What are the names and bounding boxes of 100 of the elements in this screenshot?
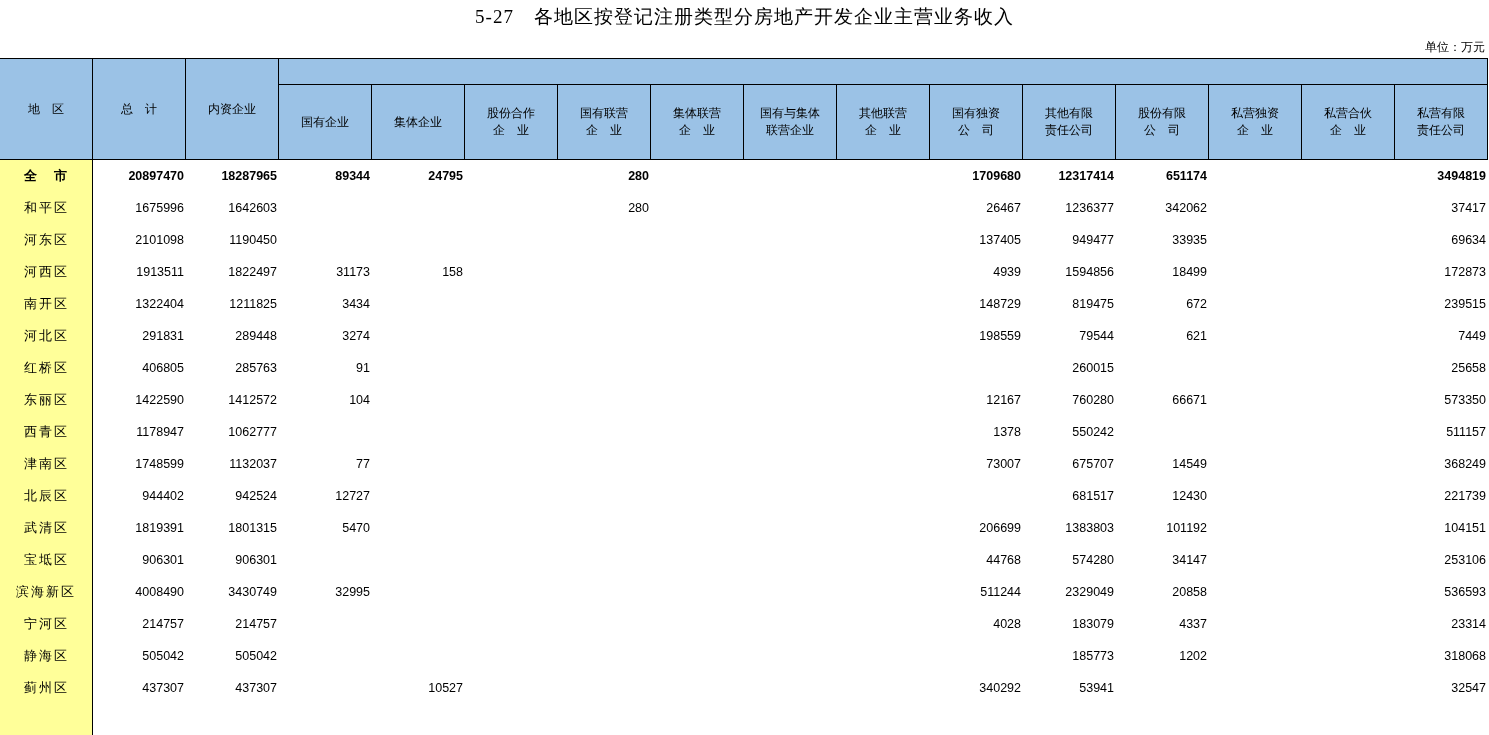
table-cell: 1383803 xyxy=(1065,521,1114,535)
table-cell: 198559 xyxy=(979,329,1021,343)
table-cell: 37417 xyxy=(1451,201,1486,215)
table-cell: 32995 xyxy=(335,585,370,599)
table-cell: 12727 xyxy=(335,489,370,503)
table-cell: 172873 xyxy=(1444,265,1486,279)
table-cell: 949477 xyxy=(1072,233,1114,247)
table-cell: 23314 xyxy=(1451,617,1486,631)
table-cell: 340292 xyxy=(979,681,1021,695)
region-cell: 河东区 xyxy=(0,224,93,256)
region-cell: 津南区 xyxy=(0,448,93,480)
table-cell: 1211825 xyxy=(229,297,277,311)
column-header: 内资企业 xyxy=(208,100,256,118)
table-cell: 621 xyxy=(1186,329,1207,343)
table-cell: 4028 xyxy=(993,617,1021,631)
table-cell: 573350 xyxy=(1444,393,1486,407)
table-cell: 1642603 xyxy=(228,201,277,215)
table-cell: 214757 xyxy=(235,617,277,631)
table-cell: 12430 xyxy=(1172,489,1207,503)
region-cell: 河西区 xyxy=(0,256,93,288)
table-cell: 1801315 xyxy=(228,521,277,535)
table-cell: 73007 xyxy=(986,457,1021,471)
table-cell: 253106 xyxy=(1444,553,1486,567)
table-cell: 2329049 xyxy=(1065,585,1114,599)
table-cell: 1675996 xyxy=(135,201,184,215)
column-header: 国有企业 xyxy=(301,113,349,131)
region-cell: 东丽区 xyxy=(0,384,93,416)
unit-label: 单位：万元 xyxy=(1425,39,1485,56)
region-cell: 河北区 xyxy=(0,320,93,352)
table-cell: 1819391 xyxy=(135,521,184,535)
table-cell: 675707 xyxy=(1072,457,1114,471)
table-cell: 906301 xyxy=(235,553,277,567)
table-cell: 505042 xyxy=(142,649,184,663)
column-header: 私营合伙 企 业 xyxy=(1324,105,1372,139)
table-cell: 26467 xyxy=(986,201,1021,215)
column-header: 私营有限 责任公司 xyxy=(1417,105,1465,139)
column-header: 国有独资 公 司 xyxy=(952,105,1000,139)
region-cell: 静海区 xyxy=(0,640,93,672)
table-cell: 819475 xyxy=(1072,297,1114,311)
table-cell: 574280 xyxy=(1072,553,1114,567)
region-cell: 宝坻区 xyxy=(0,544,93,576)
table-cell: 79544 xyxy=(1079,329,1114,343)
table-cell: 89344 xyxy=(335,169,370,183)
table-cell: 4008490 xyxy=(135,585,184,599)
table-cell: 260015 xyxy=(1072,361,1114,375)
table-cell: 1822497 xyxy=(228,265,277,279)
table-cell: 185773 xyxy=(1072,649,1114,663)
column-header: 其他联营 企 业 xyxy=(859,105,907,139)
table-cell: 505042 xyxy=(235,649,277,663)
table-cell: 1748599 xyxy=(135,457,184,471)
table-cell: 437307 xyxy=(142,681,184,695)
table-cell: 18499 xyxy=(1172,265,1207,279)
table-cell: 672 xyxy=(1186,297,1207,311)
table-cell: 511157 xyxy=(1446,425,1486,439)
table-cell: 906301 xyxy=(142,553,184,567)
table-cell: 20897470 xyxy=(128,169,184,183)
table-cell: 1236377 xyxy=(1065,201,1114,215)
column-header: 集体企业 xyxy=(394,113,442,131)
table-cell: 221739 xyxy=(1444,489,1486,503)
table-cell: 280 xyxy=(628,201,649,215)
table-cell: 942524 xyxy=(235,489,277,503)
region-cell: 和平区 xyxy=(0,192,93,224)
table-cell: 66671 xyxy=(1172,393,1207,407)
table-cell: 101192 xyxy=(1166,521,1207,535)
table-cell: 53941 xyxy=(1079,681,1114,695)
region-cell: 滨海新区 xyxy=(0,576,93,608)
column-header: 股份合作 企 业 xyxy=(487,105,535,139)
column-header: 集体联营 企 业 xyxy=(673,105,721,139)
table-title: 5-27 各地区按登记注册类型分房地产开发企业主营业务收入 xyxy=(474,5,1015,29)
table-cell: 944402 xyxy=(142,489,184,503)
table-cell: 368249 xyxy=(1444,457,1486,471)
table-cell: 1202 xyxy=(1179,649,1207,663)
table-cell: 18287965 xyxy=(221,169,277,183)
table-cell: 3494819 xyxy=(1437,169,1486,183)
table-cell: 1378 xyxy=(993,425,1021,439)
region-cell: 红桥区 xyxy=(0,352,93,384)
table-cell: 137405 xyxy=(979,233,1021,247)
table-cell: 1132037 xyxy=(229,457,277,471)
table-cell: 91 xyxy=(356,361,370,375)
table-cell: 291831 xyxy=(142,329,184,343)
table-cell: 3430749 xyxy=(228,585,277,599)
table-cell: 104151 xyxy=(1444,521,1486,535)
table-cell: 104 xyxy=(349,393,370,407)
table-cell: 69634 xyxy=(1451,233,1486,247)
table-cell: 318068 xyxy=(1444,649,1486,663)
table-cell: 32547 xyxy=(1451,681,1486,695)
table-cell: 158 xyxy=(442,265,463,279)
table-cell: 511244 xyxy=(980,585,1021,599)
table-cell: 14549 xyxy=(1172,457,1207,471)
table-cell: 1709680 xyxy=(972,169,1021,183)
region-cell: 蓟州区 xyxy=(0,672,93,704)
table-cell: 280 xyxy=(628,169,649,183)
table-cell: 20858 xyxy=(1172,585,1207,599)
table-cell: 651174 xyxy=(1165,169,1207,183)
region-cell: 宁河区 xyxy=(0,608,93,640)
table-cell: 44768 xyxy=(986,553,1021,567)
column-header: 国有与集体 联营企业 xyxy=(760,105,820,139)
table-cell: 24795 xyxy=(428,169,463,183)
table-cell: 214757 xyxy=(142,617,184,631)
column-header: 国有联营 企 业 xyxy=(580,105,628,139)
